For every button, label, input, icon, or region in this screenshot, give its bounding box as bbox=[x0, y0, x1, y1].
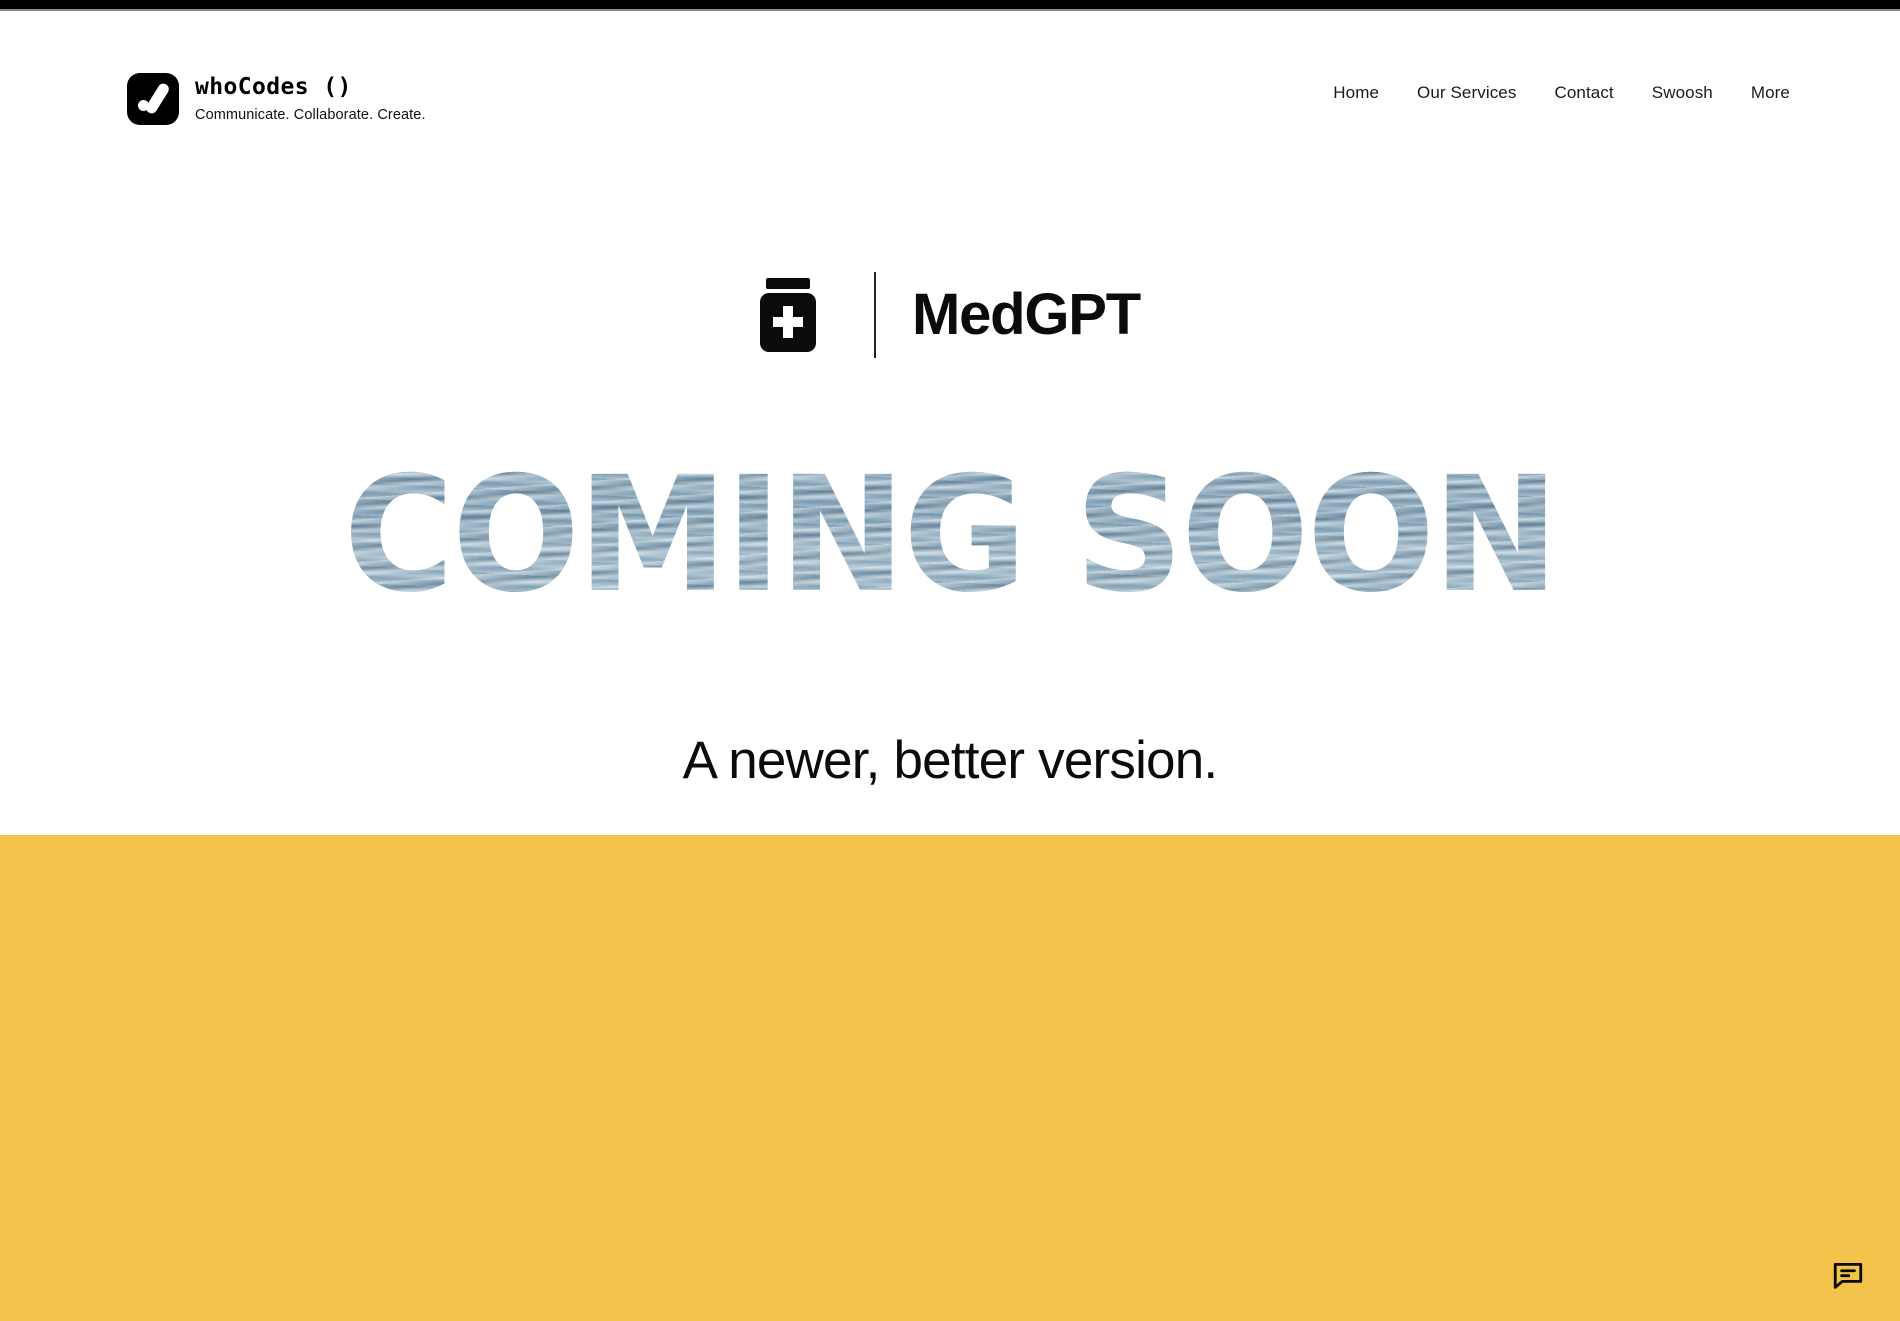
logo-slash-shape bbox=[144, 81, 171, 116]
medicine-bottle-icon bbox=[759, 278, 816, 352]
site-header: whoCodes () Communicate. Collaborate. Cr… bbox=[0, 11, 1900, 135]
chat-bubble-icon bbox=[1833, 1262, 1863, 1289]
main-navigation: Home Our Services Contact Swoosh More bbox=[1333, 83, 1790, 103]
nav-item-contact[interactable]: Contact bbox=[1554, 83, 1613, 103]
medical-cross-shape bbox=[772, 306, 803, 338]
checkmark-slash-logo-icon bbox=[127, 73, 179, 125]
bottle-cap-shape bbox=[765, 278, 810, 289]
header-brand-text: whoCodes () Communicate. Collaborate. Cr… bbox=[195, 73, 426, 123]
product-name: MedGPT bbox=[911, 282, 1141, 347]
site-footer: whoCodes () Communicate. Collaborate. Cr… bbox=[0, 835, 1900, 1321]
nav-item-our-services[interactable]: Our Services bbox=[1417, 83, 1516, 103]
hero-subtitle: A newer, better version. bbox=[682, 731, 1218, 790]
nav-item-more[interactable]: More bbox=[1751, 83, 1790, 103]
nav-item-home[interactable]: Home bbox=[1333, 83, 1379, 103]
coming-soon-headline-wrap: COMING SOON bbox=[0, 456, 1900, 616]
header-brand[interactable]: whoCodes () Communicate. Collaborate. Cr… bbox=[127, 73, 426, 125]
logo-divider bbox=[873, 272, 876, 358]
coming-soon-headline: COMING SOON bbox=[343, 443, 1557, 628]
chat-widget-button[interactable] bbox=[1824, 1251, 1872, 1299]
browser-top-bar bbox=[0, 0, 1900, 9]
brand-name: whoCodes () bbox=[195, 74, 352, 100]
hero-section: MedGPT COMING SOON A newer, better versi… bbox=[0, 135, 1900, 835]
brand-tagline: Communicate. Collaborate. Create. bbox=[195, 106, 426, 123]
nav-item-swoosh[interactable]: Swoosh bbox=[1652, 83, 1713, 103]
product-logo-lockup: MedGPT bbox=[0, 272, 1900, 358]
